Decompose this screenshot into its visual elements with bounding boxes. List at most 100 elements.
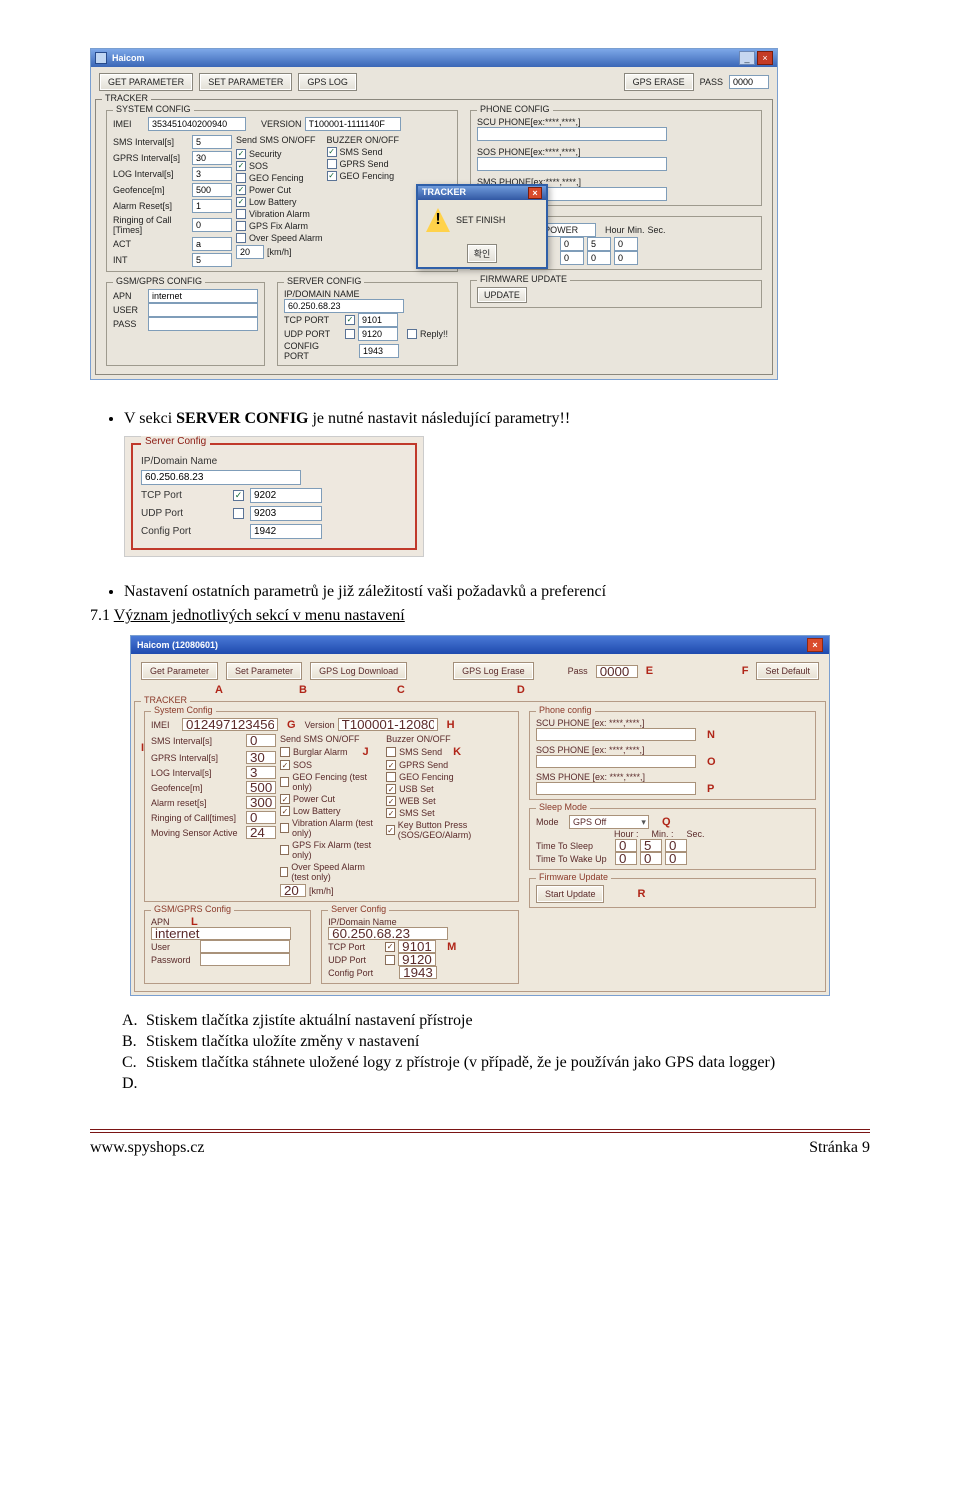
srv-cfg-input[interactable] [250, 524, 322, 539]
udp-check[interactable] [345, 329, 355, 339]
start-update-button[interactable]: Start Update [536, 885, 605, 903]
chk2-bz-usb[interactable] [386, 784, 396, 794]
gps-log-erase-button[interactable]: GPS Log Erase [453, 662, 534, 680]
set-default-button[interactable]: Set Default [756, 662, 819, 680]
apn-input[interactable] [148, 289, 258, 303]
chk2-burglar[interactable] [280, 747, 290, 757]
chk-sos[interactable] [236, 161, 246, 171]
chk-gpsfix[interactable] [236, 221, 246, 231]
chk2-bz-sms[interactable] [386, 747, 396, 757]
chk2-power[interactable] [280, 794, 290, 804]
ringing-input[interactable] [192, 218, 232, 232]
chk2-vib[interactable] [280, 823, 289, 833]
chk2-bz-sms2[interactable] [386, 808, 396, 818]
tts2-h[interactable] [615, 839, 637, 852]
close-button[interactable]: × [757, 51, 773, 65]
udp2-chk[interactable] [385, 955, 395, 965]
sms-interval-input[interactable] [192, 135, 232, 149]
scu2-input[interactable] [536, 728, 696, 741]
chk-buzz-gprs[interactable] [327, 159, 337, 169]
srv-udp-input[interactable] [250, 506, 322, 521]
pass2-input[interactable] [596, 665, 638, 678]
chk2-gpsfix[interactable] [280, 845, 289, 855]
alarm-reset-input[interactable] [192, 199, 232, 213]
version-input[interactable] [305, 117, 401, 131]
srv-ip-input[interactable] [141, 470, 301, 485]
tcp2-input[interactable] [398, 940, 436, 953]
speed-input[interactable] [236, 245, 264, 259]
tts2-m[interactable] [640, 839, 662, 852]
ttw2-m[interactable] [640, 852, 662, 865]
minimize-button[interactable]: _ [739, 51, 755, 65]
ver2-input[interactable] [338, 718, 438, 731]
moving2-input[interactable] [246, 826, 276, 839]
tts2-s[interactable] [665, 839, 687, 852]
act-input[interactable] [192, 237, 232, 251]
ttw2-h[interactable] [615, 852, 637, 865]
gps-log-download-button[interactable]: GPS Log Download [310, 662, 407, 680]
ttw-m[interactable] [587, 251, 611, 265]
chk2-lowbatt[interactable] [280, 806, 290, 816]
set-parameter-button[interactable]: SET PARAMETER [199, 73, 292, 91]
chk-buzz-geo[interactable] [327, 171, 337, 181]
cfg2-input[interactable] [399, 966, 437, 979]
window2-close-button[interactable]: × [807, 638, 823, 652]
ipdomain-input[interactable] [284, 299, 404, 313]
apn2-input[interactable] [151, 927, 291, 940]
gprs-pass-input[interactable] [148, 317, 258, 331]
chk-powercut[interactable] [236, 185, 246, 195]
speed2-input[interactable] [280, 884, 306, 897]
pass-input[interactable] [729, 75, 769, 89]
imei2-input[interactable] [182, 718, 278, 731]
gps-log-button[interactable]: GPS LOG [298, 73, 357, 91]
log-int2-input[interactable] [246, 766, 276, 779]
scu-input[interactable] [477, 127, 667, 141]
ttw-h[interactable] [560, 251, 584, 265]
chk-buzz-sms[interactable] [327, 147, 337, 157]
tts-s[interactable] [614, 237, 638, 251]
get-parameter-button-2[interactable]: Get Parameter [141, 662, 218, 680]
gps-erase-button[interactable]: GPS ERASE [624, 73, 694, 91]
udp-input[interactable] [358, 327, 398, 341]
sms-int2-input[interactable] [246, 734, 276, 747]
srv-tcp-check[interactable] [233, 490, 244, 501]
chk2-bz-web[interactable] [386, 796, 396, 806]
srv-udp-check[interactable] [233, 508, 244, 519]
chk2-bz-geo[interactable] [386, 772, 396, 782]
chk-security[interactable] [236, 149, 246, 159]
ring2-input[interactable] [246, 811, 276, 824]
modal-close-button[interactable]: × [528, 187, 542, 199]
tts-m[interactable] [587, 237, 611, 251]
gprs-int2-input[interactable] [246, 751, 276, 764]
srv-tcp-input[interactable] [250, 488, 322, 503]
sos-phone-input[interactable] [477, 157, 667, 171]
chk2-bz-gprs[interactable] [386, 760, 396, 770]
chk2-geo[interactable] [280, 777, 289, 787]
sms2-input[interactable] [536, 782, 696, 795]
chk2-bz-key[interactable] [386, 825, 395, 835]
get-parameter-button[interactable]: GET PARAMETER [99, 73, 193, 91]
chk-vibration[interactable] [236, 209, 246, 219]
modal-ok-button[interactable]: 확인 [467, 244, 498, 263]
alarm2-input[interactable] [246, 796, 276, 809]
ip2-input[interactable] [328, 927, 448, 940]
mode2-select[interactable]: GPS Off [569, 815, 649, 829]
gprs-interval-input[interactable] [192, 151, 232, 165]
geo2-input[interactable] [246, 781, 276, 794]
chk2-sos[interactable] [280, 760, 290, 770]
log-interval-input[interactable] [192, 167, 232, 181]
sos2-input[interactable] [536, 755, 696, 768]
geofence-input[interactable] [192, 183, 232, 197]
udp2-input[interactable] [398, 953, 436, 966]
ttw-s[interactable] [614, 251, 638, 265]
chk-overspeed[interactable] [236, 233, 246, 243]
tcp2-chk[interactable] [385, 942, 395, 952]
tcp-check[interactable] [345, 315, 355, 325]
cfg-input[interactable] [359, 344, 399, 358]
chk-lowbatt[interactable] [236, 197, 246, 207]
imei-input[interactable] [148, 117, 246, 131]
tcp-input[interactable] [358, 313, 398, 327]
ttw2-s[interactable] [665, 852, 687, 865]
update-button[interactable]: UPDATE [477, 287, 527, 303]
int-input[interactable] [192, 253, 232, 267]
